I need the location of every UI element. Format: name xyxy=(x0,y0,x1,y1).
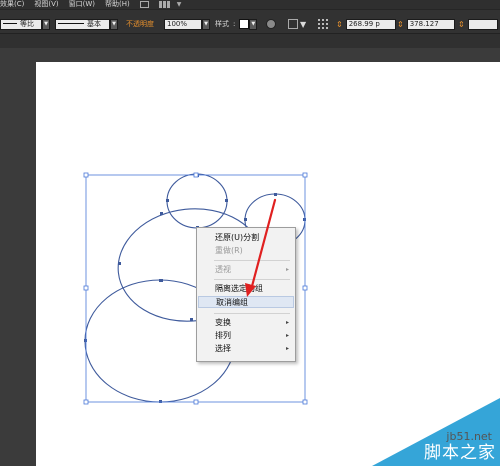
menu-separator xyxy=(214,279,290,280)
submenu-arrow-icon: ▸ xyxy=(285,332,289,339)
submenu-arrow-icon: ▸ xyxy=(285,345,289,352)
menu-item-undo-divide[interactable]: 还原(U)分割 xyxy=(198,232,294,244)
context-menu: 还原(U)分割 重做(R) 透视 ▸ 隔离选定的组 取消编组 变换 ▸ 排列 ▸… xyxy=(196,227,296,362)
menu-item-redo[interactable]: 重做(R) xyxy=(198,245,294,257)
menu-separator xyxy=(214,313,290,314)
menu-item-perspective[interactable]: 透视 ▸ xyxy=(198,264,294,276)
watermark: jb51.net 脚本之家 xyxy=(372,398,500,466)
submenu-arrow-icon: ▸ xyxy=(285,266,289,273)
menu-item-select[interactable]: 选择 ▸ xyxy=(198,343,294,355)
ellipse-small-top[interactable] xyxy=(166,173,228,229)
menu-item-isolate-group[interactable]: 隔离选定的组 xyxy=(198,283,294,295)
menu-item-ungroup[interactable]: 取消编组 xyxy=(198,296,294,308)
menu-item-arrange[interactable]: 排列 ▸ xyxy=(198,330,294,342)
menu-item-transform[interactable]: 变换 ▸ xyxy=(198,317,294,329)
menu-separator xyxy=(214,260,290,261)
submenu-arrow-icon: ▸ xyxy=(285,319,289,326)
watermark-title: 脚本之家 xyxy=(424,443,496,463)
